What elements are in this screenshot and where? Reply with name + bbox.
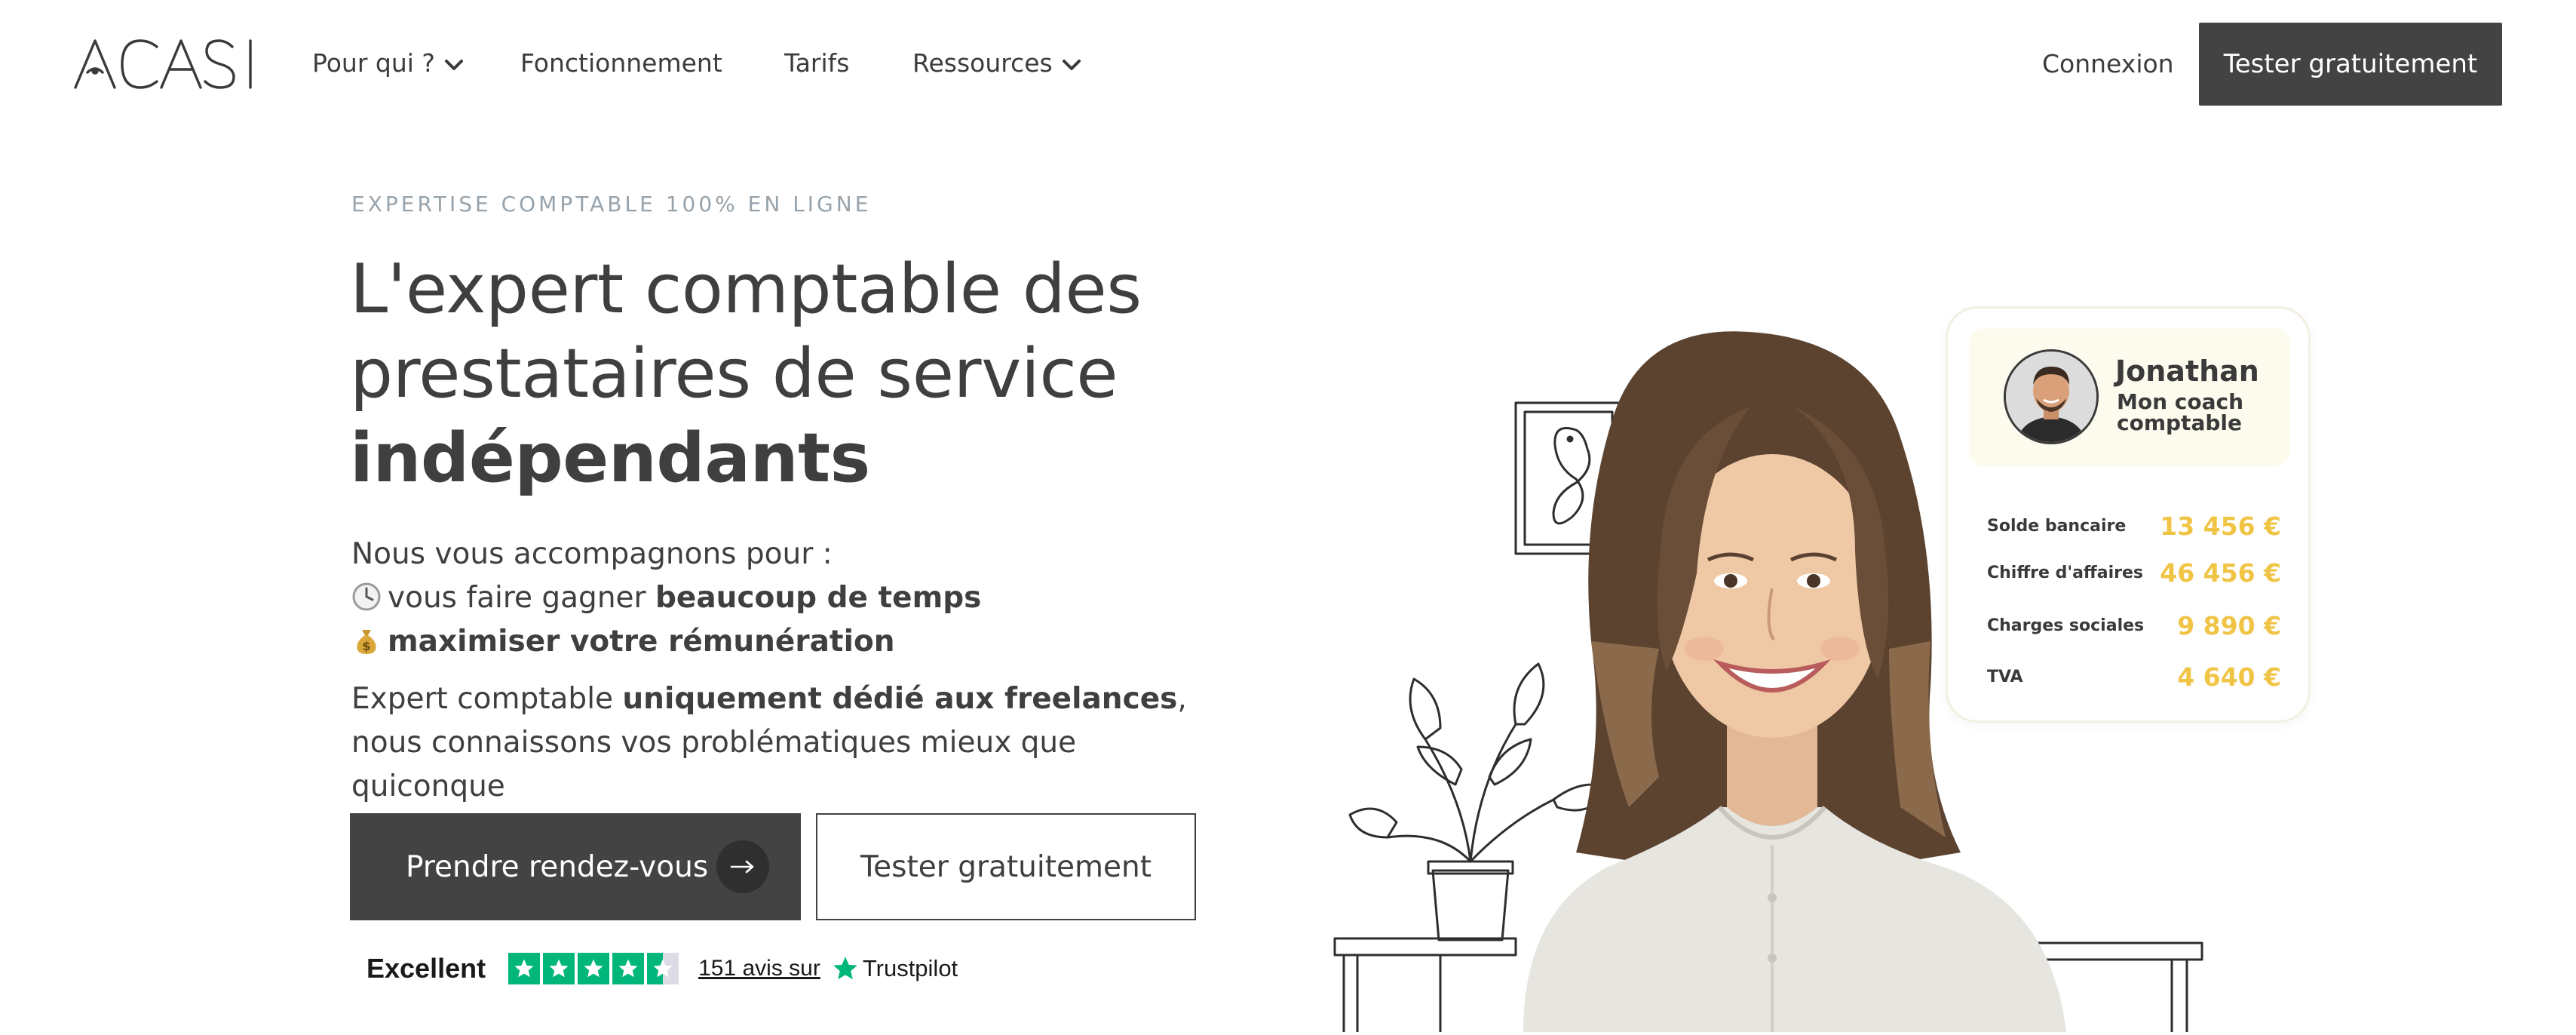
- nav-tarifs[interactable]: Tarifs: [784, 45, 849, 81]
- trustpilot-logo[interactable]: Trustpilot: [831, 954, 958, 983]
- coach-header: Jonathan Mon coach comptable: [1969, 328, 2290, 467]
- header-cta-button[interactable]: Tester gratuitement: [2199, 23, 2502, 106]
- title-line-1: L'expert comptable des: [350, 250, 1142, 329]
- trustpilot-rating-label: Excellent: [366, 953, 486, 984]
- star-icon: [543, 953, 575, 984]
- coach-role: Mon coach comptable: [2117, 389, 2244, 435]
- coach-name: Jonathan: [2115, 355, 2259, 388]
- hero-description: Expert comptable uniquement dédié aux fr…: [351, 677, 1211, 809]
- half-star-icon: [647, 953, 679, 984]
- benefit-time: vous faire gagner beaucoup de temps: [351, 576, 981, 620]
- book-appointment-label: Prendre rendez-vous: [406, 849, 709, 884]
- nav-fonctionnement[interactable]: Fonctionnement: [520, 45, 722, 81]
- description-prefix: Expert comptable: [351, 682, 623, 716]
- metric-value: 46 456 €: [2160, 557, 2281, 588]
- trustpilot-star-icon: [833, 957, 857, 980]
- benefit-time-bold: beaucoup de temps: [655, 581, 982, 615]
- benefit-income-bold: maximiser votre rémunération: [388, 625, 895, 659]
- trustpilot-stars: [508, 953, 679, 984]
- star-icon: [508, 953, 541, 984]
- acasi-logo[interactable]: [72, 36, 256, 91]
- metric-row: TVA 4 640 €: [1987, 662, 2281, 692]
- metric-label: Chiffre d'affaires: [1987, 563, 2144, 582]
- chevron-down-icon: [444, 58, 464, 72]
- metric-label: Charges sociales: [1987, 616, 2145, 635]
- benefit-time-prefix: vous faire gagner: [388, 581, 655, 615]
- trustpilot-reviews-link[interactable]: 151 avis sur: [698, 956, 820, 981]
- trustpilot-widget: Excellent 151 avis sur Trustpilot: [366, 949, 958, 988]
- page-title: L'expert comptable des prestataires de s…: [350, 247, 1255, 501]
- hero-eyebrow: EXPERTISE COMPTABLE 100% EN LIGNE: [351, 192, 872, 217]
- title-line-3: indépendants: [350, 419, 870, 498]
- star-icon: [612, 953, 645, 984]
- metric-row: Charges sociales 9 890 €: [1987, 610, 2281, 640]
- metric-label: TVA: [1987, 667, 2023, 686]
- top-navigation: Pour qui ? Fonctionnement Tarifs Ressour…: [0, 0, 2576, 131]
- login-link[interactable]: Connexion: [2042, 47, 2174, 81]
- metric-row: Solde bancaire 13 456 €: [1987, 511, 2281, 541]
- nav-pour-qui[interactable]: Pour qui ?: [312, 45, 464, 81]
- book-appointment-button[interactable]: Prendre rendez-vous: [350, 813, 801, 920]
- metric-value: 13 456 €: [2160, 511, 2281, 541]
- svg-text:$: $: [362, 639, 370, 653]
- metric-value: 4 640 €: [2177, 662, 2281, 692]
- benefit-income: $ maximiser votre rémunération: [351, 620, 895, 664]
- trustpilot-brand: Trustpilot: [862, 955, 958, 981]
- nav-ressources-label: Ressources: [912, 48, 1053, 78]
- clock-icon: [351, 581, 382, 611]
- star-icon: [578, 953, 610, 984]
- free-trial-button[interactable]: Tester gratuitement: [816, 813, 1196, 920]
- money-bag-icon: $: [351, 625, 382, 655]
- nav-ressources[interactable]: Ressources: [912, 45, 1081, 81]
- description-bold: uniquement dédié aux freelances: [622, 682, 1178, 716]
- coach-dashboard-card: Jonathan Mon coach comptable Solde banca…: [1946, 306, 2311, 723]
- nav-pour-qui-label: Pour qui ?: [312, 48, 435, 78]
- title-line-2: prestataires de service: [350, 334, 1118, 413]
- chevron-down-icon: [1062, 58, 1081, 72]
- arrow-right-icon: [716, 840, 769, 893]
- metric-value: 9 890 €: [2177, 610, 2281, 640]
- metric-row: Chiffre d'affaires 46 456 €: [1987, 557, 2281, 588]
- coach-avatar: [2004, 349, 2099, 444]
- metric-label: Solde bancaire: [1987, 516, 2127, 536]
- hero-intro: Nous vous accompagnons pour :: [351, 537, 833, 571]
